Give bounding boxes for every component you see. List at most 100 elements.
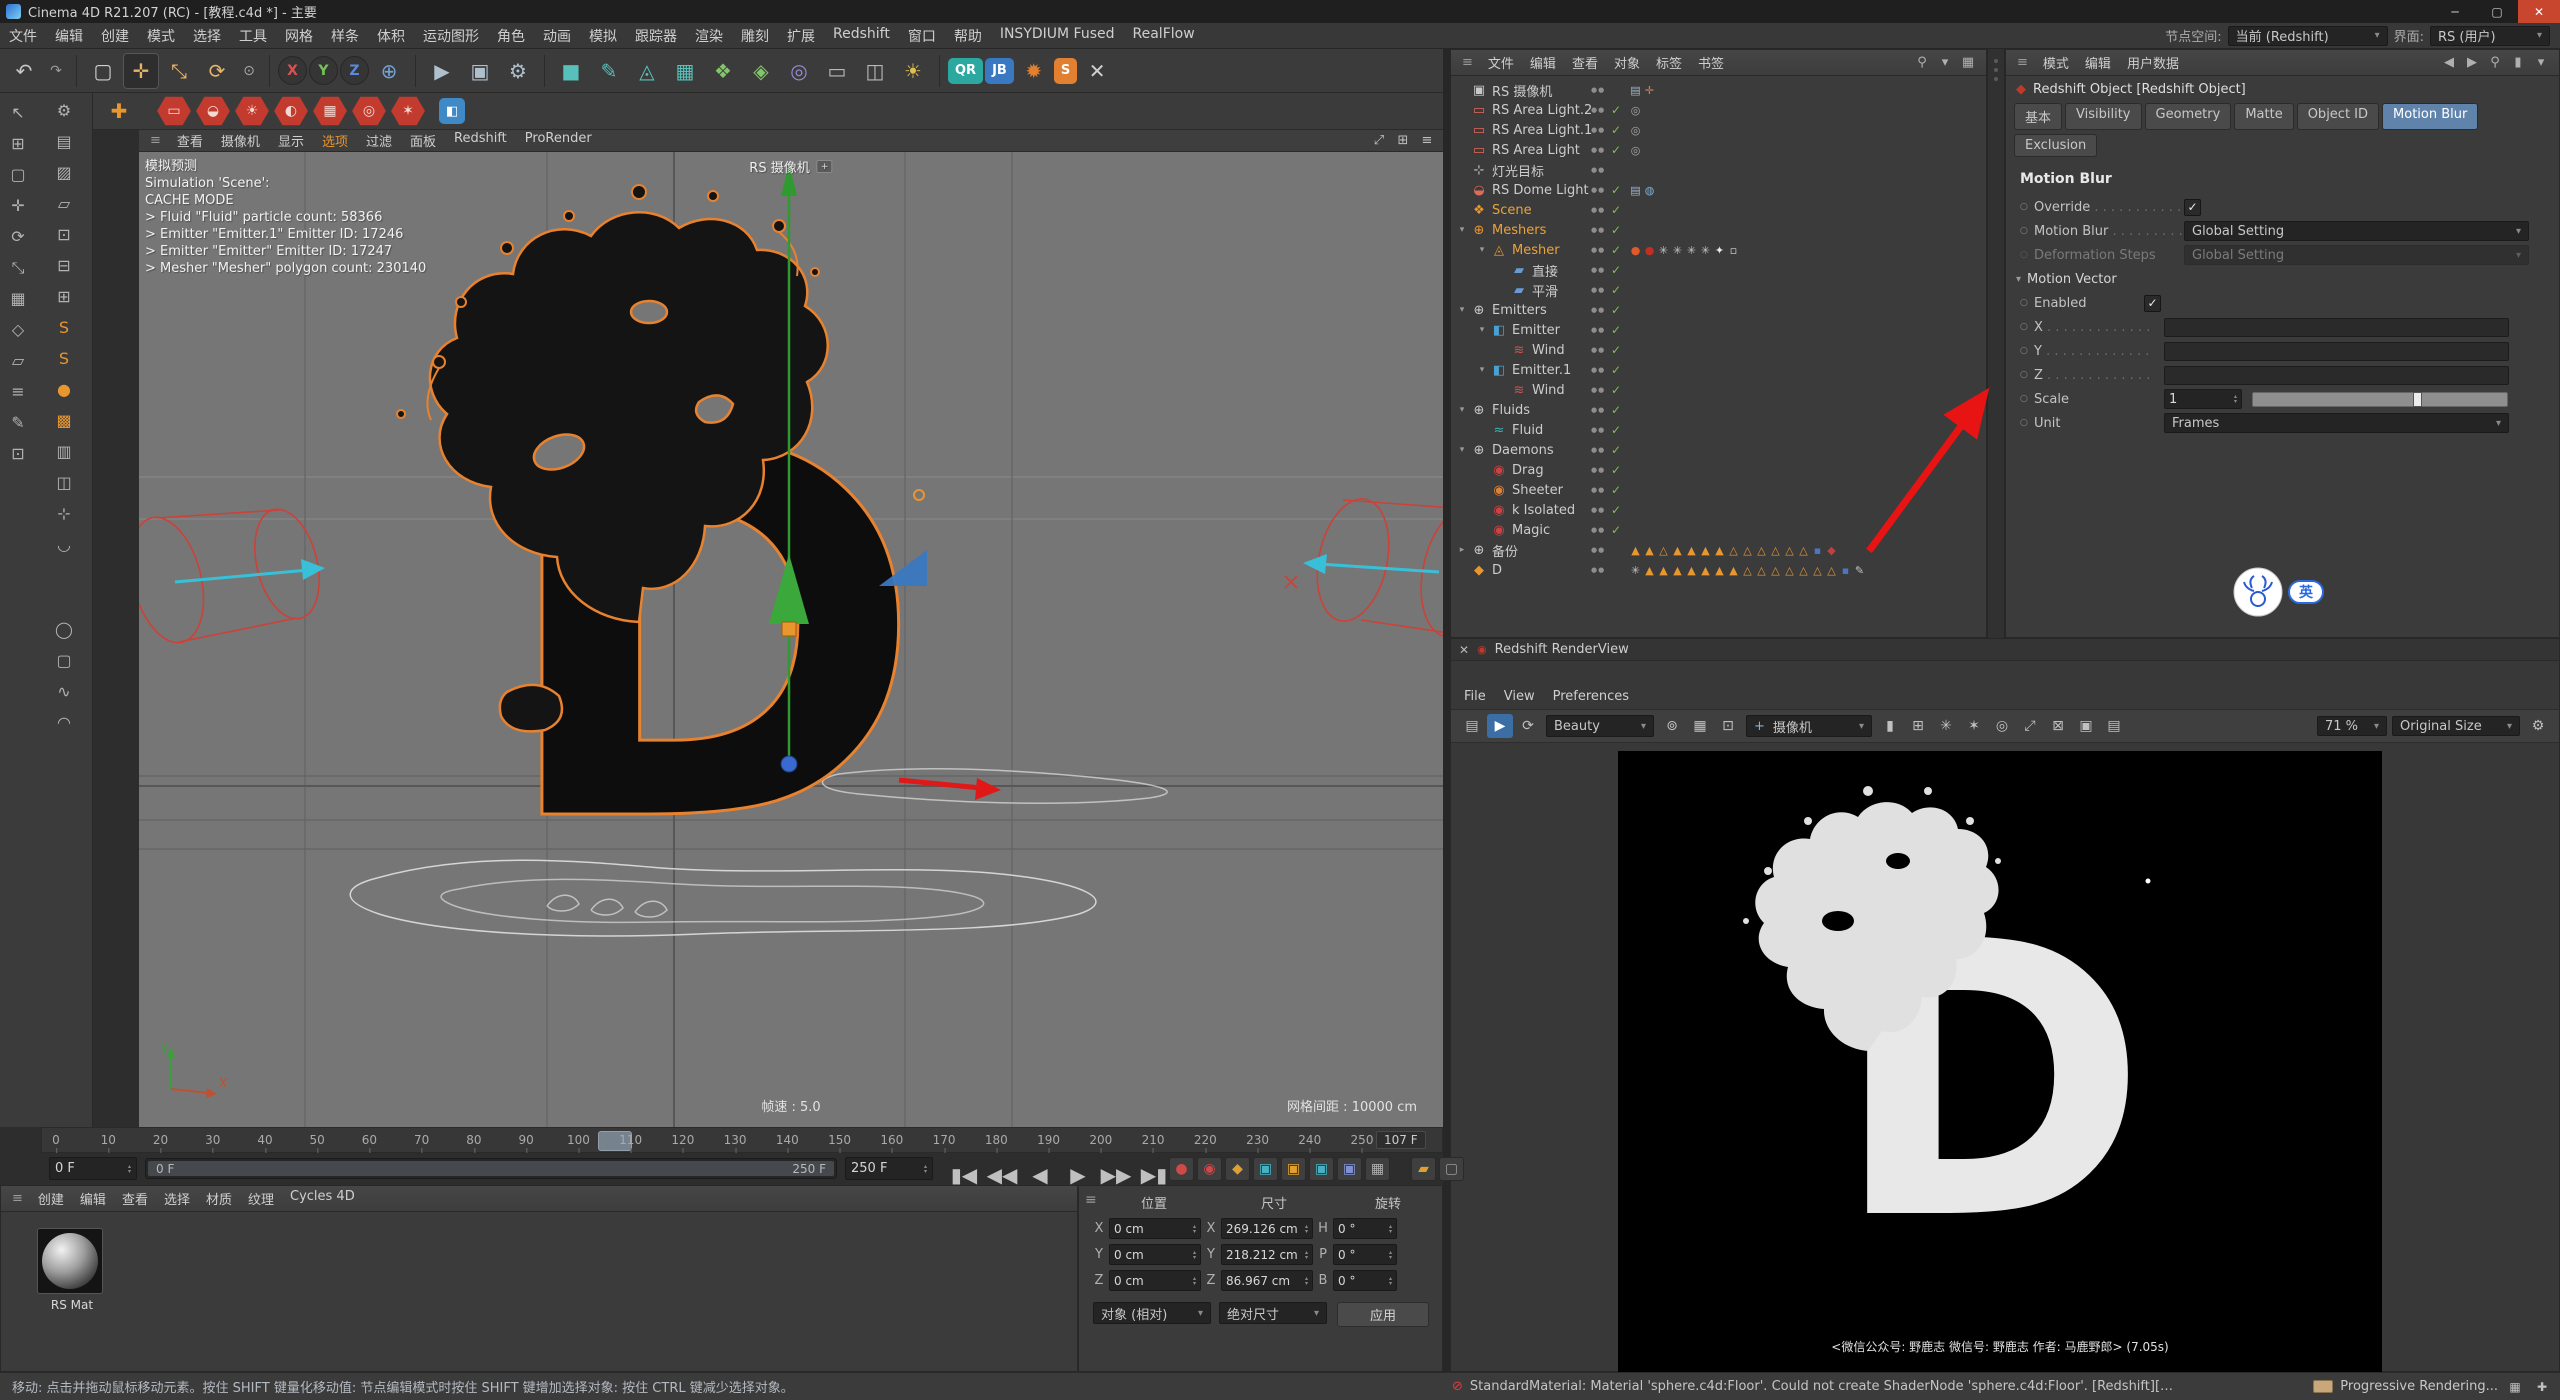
z-axis-lock-icon[interactable]: Z xyxy=(340,56,369,85)
visibility-dots-icon[interactable]: ●● xyxy=(1591,346,1605,354)
expand-toggle-icon[interactable]: ▾ xyxy=(1475,325,1489,335)
menu-item-1[interactable]: 编辑 xyxy=(46,26,92,46)
rv-close-icon[interactable]: ✕ xyxy=(1459,643,1469,657)
object-row-7[interactable]: ▾⊕Meshers●●✓ xyxy=(1451,220,1986,240)
visibility-dots-icon[interactable]: ●● xyxy=(1591,526,1605,534)
visibility-dots-icon[interactable]: ●● xyxy=(1591,166,1605,174)
menu-item-20[interactable]: INSYDIUM Fused xyxy=(991,26,1124,46)
keyframe-icon[interactable]: ◆ xyxy=(1225,1157,1250,1181)
object-row-9[interactable]: ▰直接●●✓ xyxy=(1451,260,1986,280)
motion-blur-select[interactable]: Global Setting ▾ xyxy=(2184,221,2529,241)
material-menu-item-2[interactable]: 查看 xyxy=(114,1189,156,1208)
fields-icon[interactable]: ◈ xyxy=(743,53,779,89)
pos-z-input[interactable]: 0 cm▴▾ xyxy=(1109,1270,1201,1291)
am-search-icon[interactable]: ⚲ xyxy=(2485,53,2505,73)
visibility-dots-icon[interactable]: ●● xyxy=(1591,546,1605,554)
mograph-cloner-icon[interactable]: ❖ xyxy=(705,53,741,89)
camera-object-icon[interactable]: ◫ xyxy=(857,53,893,89)
lasso-select-icon[interactable]: ∿ xyxy=(49,678,79,705)
enabled-check-icon[interactable]: ✓ xyxy=(1611,303,1621,317)
size-y-input[interactable]: 218.212 cm▴▾ xyxy=(1221,1244,1313,1265)
object-tag-icon[interactable]: △ xyxy=(1769,564,1782,577)
object-tag-icon[interactable]: ▲ xyxy=(1685,544,1698,557)
object-row-12[interactable]: ▾◧Emitter●●✓ xyxy=(1451,320,1986,340)
object-tag-icon[interactable]: ✳ xyxy=(1629,564,1642,577)
om-menu-item-5[interactable]: 书签 xyxy=(1690,53,1732,72)
edges-mode-icon[interactable]: ⊟ xyxy=(49,252,79,279)
object-row-11[interactable]: ▾⊕Emitters●●✓ xyxy=(1451,300,1986,320)
visibility-dots-icon[interactable]: ●● xyxy=(1591,406,1605,414)
zoom-select[interactable]: 71 % ▾ xyxy=(2317,716,2387,736)
solo-icon[interactable]: ▰ xyxy=(1411,1157,1436,1181)
object-tag-icon[interactable]: △ xyxy=(1741,564,1754,577)
rs-portal-light-icon[interactable]: ✶ xyxy=(390,96,426,127)
material-item[interactable]: RS Mat xyxy=(37,1228,107,1312)
circle-select-icon[interactable]: ◯ xyxy=(49,616,79,643)
am-menu-item-1[interactable]: 编辑 xyxy=(2077,53,2119,72)
timeline-ruler[interactable]: 107 F 0102030405060708090100110120130140… xyxy=(41,1127,1443,1153)
om-burger-icon[interactable]: ≡ xyxy=(1455,55,1480,70)
deer-logo-icon[interactable] xyxy=(2232,566,2284,618)
object-tag-icon[interactable]: ◎ xyxy=(1629,104,1642,117)
viewport-burger-icon[interactable]: ≡ xyxy=(143,133,168,148)
object-tag-icon[interactable]: △ xyxy=(1727,544,1740,557)
object-row-13[interactable]: ≋Wind●●✓ xyxy=(1451,340,1986,360)
menu-item-6[interactable]: 网格 xyxy=(276,26,322,46)
light-object-icon[interactable]: ☀ xyxy=(895,53,931,89)
object-row-6[interactable]: ❖Scene●●✓ xyxy=(1451,200,1986,220)
visibility-dots-icon[interactable]: ●● xyxy=(1591,106,1605,114)
link-aov-icon[interactable]: ⊚ xyxy=(1659,714,1685,738)
interface-select[interactable]: RS (用户) ▾ xyxy=(2430,26,2550,46)
object-row-1[interactable]: ▭RS Area Light.2●●✓◎ xyxy=(1451,100,1986,120)
rs-ies-light-icon[interactable]: ◎ xyxy=(351,96,387,127)
polygons-mode-icon[interactable]: ⊞ xyxy=(49,283,79,310)
menu-item-5[interactable]: 工具 xyxy=(230,26,276,46)
object-tag-icon[interactable]: ● xyxy=(1629,244,1642,257)
visibility-dots-icon[interactable]: ●● xyxy=(1591,146,1605,154)
start-ipr-icon[interactable]: ▶ xyxy=(1487,714,1513,738)
visibility-dots-icon[interactable]: ●● xyxy=(1591,466,1605,474)
volume-icon[interactable]: ▦ xyxy=(667,53,703,89)
marquee-select-icon[interactable]: ▢ xyxy=(3,161,33,188)
object-tag-icon[interactable]: ◎ xyxy=(1629,144,1642,157)
visibility-dots-icon[interactable]: ●● xyxy=(1591,386,1605,394)
camera-icon[interactable]: + xyxy=(817,160,833,173)
object-tag-icon[interactable]: ✳ xyxy=(1657,244,1670,257)
object-tag-icon[interactable]: ✛ xyxy=(1643,84,1656,97)
orange-checker-icon[interactable]: ▩ xyxy=(49,407,79,434)
viewport-layout-icon[interactable]: ⊞ xyxy=(1393,132,1413,150)
pos-x-input[interactable]: 0 cm▴▾ xyxy=(1109,1218,1201,1239)
object-tag-icon[interactable]: ✳ xyxy=(1685,244,1698,257)
om-filter-icon[interactable]: ▾ xyxy=(1935,53,1955,73)
tab-visibility[interactable]: Visibility xyxy=(2065,103,2141,130)
object-tag-icon[interactable]: ✦ xyxy=(1713,244,1726,257)
generators-icon[interactable]: ◬ xyxy=(629,53,665,89)
viewport-menu-item-5[interactable]: 面板 xyxy=(401,131,445,150)
undo-icon[interactable]: ↶ xyxy=(6,53,42,89)
settings-gear-icon[interactable]: ⚙ xyxy=(49,97,79,124)
record-scale-icon[interactable]: ▣ xyxy=(1281,1157,1306,1181)
object-mode-select[interactable]: 对象 (相对)▾ xyxy=(1093,1302,1211,1324)
menu-item-9[interactable]: 运动图形 xyxy=(414,26,488,46)
viewport-canvas[interactable]: D xyxy=(139,152,1443,1127)
rs-dome-light-icon[interactable]: ◒ xyxy=(195,96,231,127)
visibility-dots-icon[interactable]: ●● xyxy=(1591,266,1605,274)
expand-toggle-icon[interactable]: ▾ xyxy=(1455,305,1469,315)
object-tag-icon[interactable]: ▤ xyxy=(1629,184,1642,197)
status-plus-icon[interactable]: ✚ xyxy=(2532,1378,2552,1396)
object-tag-icon[interactable]: △ xyxy=(1811,564,1824,577)
menu-item-16[interactable]: 扩展 xyxy=(778,26,824,46)
object-row-10[interactable]: ▰平滑●●✓ xyxy=(1451,280,1986,300)
visibility-dots-icon[interactable]: ●● xyxy=(1591,126,1605,134)
am-forward-icon[interactable]: ▶ xyxy=(2462,53,2482,73)
fit-view-icon[interactable]: ⤢ xyxy=(2017,714,2043,738)
render-view-icon[interactable]: ▶ xyxy=(424,53,460,89)
menu-item-13[interactable]: 跟踪器 xyxy=(626,26,686,46)
material-menu-item-4[interactable]: 材质 xyxy=(198,1189,240,1208)
move-view-icon[interactable]: ✛ xyxy=(3,192,33,219)
uv-grid-icon[interactable]: ▥ xyxy=(49,438,79,465)
rv-menu-item-2[interactable]: Preferences xyxy=(1544,689,1638,704)
tab-object-id[interactable]: Object ID xyxy=(2297,103,2379,130)
redo-icon[interactable]: ↷ xyxy=(44,53,68,89)
insydium-wheel-icon[interactable]: ✹ xyxy=(1016,53,1052,89)
